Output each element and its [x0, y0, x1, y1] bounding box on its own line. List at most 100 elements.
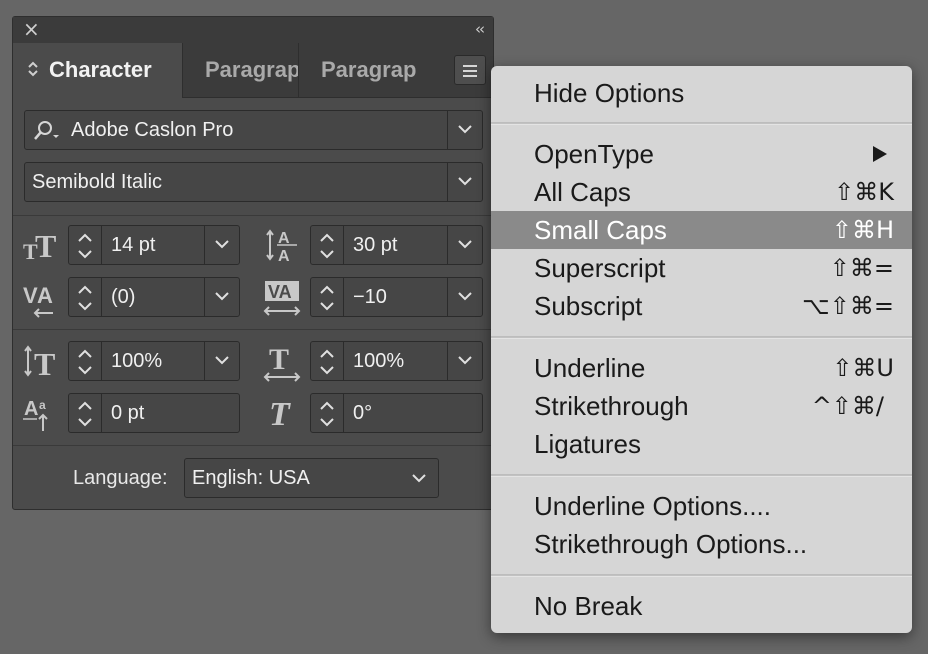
menu-item-label: All Caps [534, 177, 631, 207]
kerning-field[interactable]: (0) [68, 277, 240, 317]
horizontal-scale-icon: T [263, 341, 303, 388]
skew-icon: T [267, 393, 303, 438]
menu-item-ligatures[interactable]: Ligatures [491, 425, 912, 463]
tab-character[interactable]: Character [13, 43, 183, 98]
menu-item-superscript[interactable]: Superscript ⇧⌘= [491, 249, 912, 287]
menu-lines-icon-mid [463, 70, 477, 72]
font-style-dropdown[interactable] [447, 163, 482, 201]
chevron-down-icon [458, 292, 472, 301]
tab-paragraph-styles[interactable]: Paragraph Styles [299, 43, 417, 97]
character-panel: × ‹‹ Character Paragraph Paragraph Style… [12, 16, 494, 510]
menu-item-hide-options[interactable]: Hide Options [491, 74, 912, 112]
divider [13, 445, 493, 446]
font-style-value: Semibold Italic [32, 171, 163, 193]
panel-tabs: Character Paragraph Paragraph Styles [13, 43, 493, 98]
menu-item-underline[interactable]: Underline ⇧⌘U [491, 349, 912, 387]
panel-menu-button[interactable] [454, 55, 486, 85]
menu-item-subscript[interactable]: Subscript ⌥⇧⌘= [491, 287, 912, 325]
chevron-down-icon [458, 356, 472, 365]
panel-titlebar: × ‹‹ [13, 17, 493, 44]
menu-item-all-caps[interactable]: All Caps ⇧⌘K [491, 173, 912, 211]
stepper-icon [320, 349, 334, 375]
svg-text:T: T [34, 346, 55, 381]
chevron-down-icon [215, 240, 229, 249]
baseline-shift-value: 0 pt [111, 402, 145, 424]
tracking-stepper[interactable] [311, 278, 344, 316]
submenu-arrow-icon [873, 146, 887, 162]
menu-separator [491, 574, 912, 577]
leading-field[interactable]: 30 pt [310, 225, 483, 265]
menu-separator [491, 336, 912, 339]
font-style-field[interactable]: Semibold Italic [24, 162, 483, 202]
svg-text:V: V [23, 283, 38, 308]
font-size-dropdown[interactable] [204, 226, 239, 264]
chevron-down-icon [215, 292, 229, 301]
menu-item-small-caps[interactable]: Small Caps ⇧⌘H [491, 211, 912, 249]
menu-item-label: Strikethrough [534, 391, 689, 421]
menu-item-label: Underline [534, 353, 646, 383]
tracking-icon: VA [263, 277, 303, 324]
svg-text:T: T [35, 228, 56, 263]
menu-item-shortcut: ⇧⌘= [829, 254, 894, 282]
vertical-scale-dropdown[interactable] [204, 342, 239, 380]
language-select[interactable]: English: USA [184, 458, 439, 498]
font-size-stepper[interactable] [69, 226, 102, 264]
menu-item-strikethrough-options[interactable]: Strikethrough Options... [491, 525, 912, 563]
search-icon [34, 121, 59, 140]
tab-character-label: Character [49, 57, 152, 82]
menu-item-strikethrough[interactable]: Strikethrough ^⇧⌘/ [491, 387, 912, 425]
horizontal-scale-stepper[interactable] [311, 342, 344, 380]
chevron-down-icon [458, 125, 472, 134]
menu-separator [491, 122, 912, 125]
stepper-icon [78, 233, 92, 259]
font-size-value: 14 pt [111, 234, 156, 256]
svg-text:A: A [278, 248, 290, 265]
tab-paragraph[interactable]: Paragraph [183, 43, 299, 97]
kerning-value: (0) [111, 286, 136, 308]
close-icon[interactable]: × [23, 19, 41, 39]
baseline-shift-icon: Aa [23, 393, 59, 438]
menu-item-label: Underline Options.... [534, 491, 772, 521]
menu-item-shortcut: ⌥⇧⌘= [802, 292, 894, 320]
divider [13, 329, 493, 330]
menu-item-no-break[interactable]: No Break [491, 587, 912, 625]
baseline-shift-field[interactable]: 0 pt [68, 393, 240, 433]
font-family-value: Adobe Caslon Pro [71, 119, 234, 141]
stepper-icon [78, 349, 92, 375]
vertical-scale-stepper[interactable] [69, 342, 102, 380]
skew-value: 0° [353, 402, 373, 424]
stepper-icon [78, 401, 92, 427]
kerning-stepper[interactable] [69, 278, 102, 316]
kerning-dropdown[interactable] [204, 278, 239, 316]
collapse-icon[interactable]: ‹‹ [475, 20, 485, 38]
leading-icon: AA [265, 225, 301, 270]
horizontal-scale-dropdown[interactable] [447, 342, 482, 380]
vertical-scale-field[interactable]: 100% [68, 341, 240, 381]
horizontal-scale-field[interactable]: 100% [310, 341, 483, 381]
menu-item-underline-options[interactable]: Underline Options.... [491, 487, 912, 525]
skew-field[interactable]: 0° [310, 393, 483, 433]
menu-item-opentype[interactable]: OpenType [491, 135, 912, 173]
svg-text:a: a [39, 398, 46, 412]
menu-item-label: Strikethrough Options... [534, 529, 808, 559]
menu-item-label: Subscript [534, 291, 643, 321]
chevron-down-icon [458, 177, 472, 186]
menu-item-shortcut: ^⇧⌘/ [811, 392, 884, 420]
svg-text:A: A [24, 398, 38, 420]
menu-item-shortcut: ⇧⌘H [831, 216, 894, 244]
leading-value: 30 pt [353, 234, 398, 256]
leading-stepper[interactable] [311, 226, 344, 264]
menu-item-shortcut: ⇧⌘U [832, 354, 894, 382]
tracking-field[interactable]: −10 [310, 277, 483, 317]
menu-item-shortcut: ⇧⌘K [834, 178, 894, 206]
baseline-shift-stepper[interactable] [69, 394, 102, 432]
tracking-dropdown[interactable] [447, 278, 482, 316]
horizontal-scale-value: 100% [353, 350, 405, 372]
panel-options-menu: Hide Options OpenType All Caps ⇧⌘K Small… [491, 66, 912, 633]
skew-stepper[interactable] [311, 394, 344, 432]
menu-lines-icon-bottom [463, 75, 477, 77]
font-size-field[interactable]: 14 pt [68, 225, 240, 265]
leading-dropdown[interactable] [447, 226, 482, 264]
font-family-field[interactable]: Adobe Caslon Pro [24, 110, 483, 150]
font-family-dropdown[interactable] [447, 111, 482, 149]
